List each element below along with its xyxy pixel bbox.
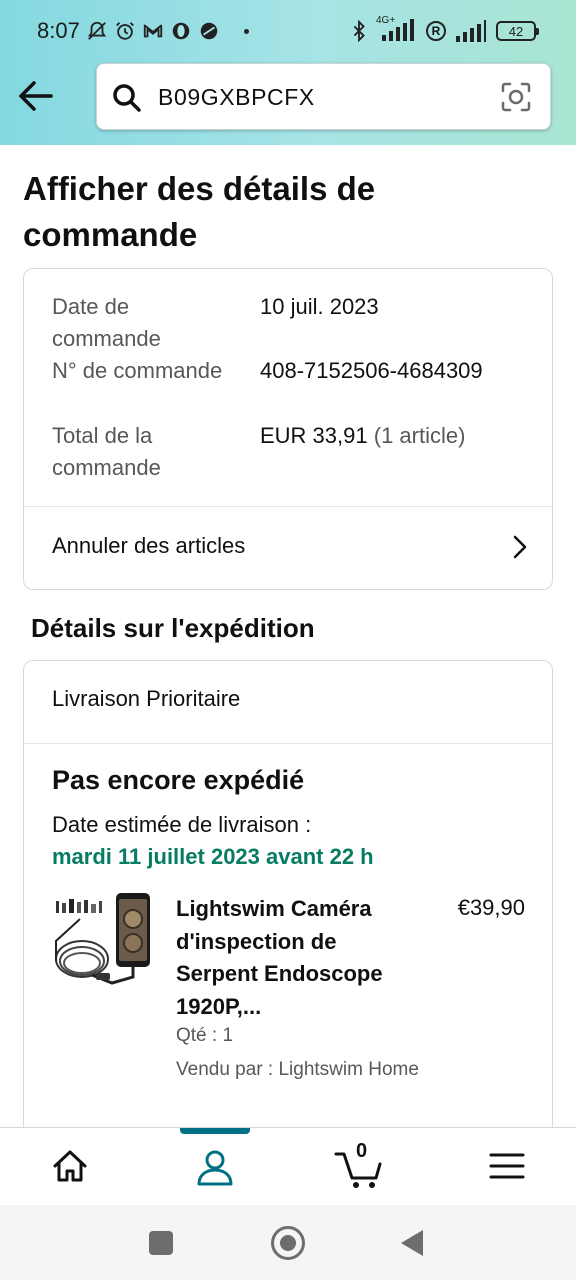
search-input[interactable]: B09GXBPCFX: [96, 63, 551, 130]
back-nav-button[interactable]: [401, 1230, 423, 1256]
delivery-estimate-label: Date estimée de livraison :: [52, 812, 312, 837]
shipment-status: Pas encore expédié: [52, 765, 305, 795]
bell-off-icon: [87, 21, 107, 40]
order-date-label: Date de commande: [52, 294, 161, 351]
more-notifications-dot: [244, 28, 249, 34]
tab-menu[interactable]: [487, 1146, 531, 1190]
product-price: €39,90: [457, 895, 525, 920]
product-title-link[interactable]: Lightswim Caméra d'inspection de Serpent…: [176, 893, 416, 1023]
account-icon: [197, 1150, 233, 1186]
order-total-label: Total de la commande: [52, 423, 161, 480]
tab-cart[interactable]: 0: [334, 1140, 386, 1190]
tab-home[interactable]: [50, 1146, 94, 1190]
back-button[interactable]: [17, 78, 55, 114]
app-icon: [200, 22, 218, 40]
status-notification-icons: [86, 16, 249, 46]
search-icon: [113, 84, 141, 112]
app-header: 8:07 4G+ R 42 B09GXBPCFX: [0, 0, 576, 145]
tab-account[interactable]: [193, 1146, 237, 1190]
alarm-icon: [116, 22, 134, 40]
product-quantity: Qté : 1: [176, 1025, 234, 1046]
recent-apps-button[interactable]: [149, 1231, 173, 1255]
endoscope-image-icon: [55, 893, 150, 985]
menu-icon: [489, 1153, 525, 1179]
order-total-value: EUR 33,91 (1 article): [260, 420, 465, 452]
order-number-value: 408-7152506-4684309: [260, 358, 483, 383]
signal-icon: [456, 20, 486, 42]
page-title: Afficher des détails de commande: [23, 170, 376, 253]
camera-search-icon[interactable]: [500, 81, 532, 113]
order-date-value: 10 juil. 2023: [260, 294, 379, 319]
order-total-count: (1 article): [373, 423, 466, 448]
status-system-icons: 4G+ R 42: [352, 15, 539, 46]
cart-count: 0: [356, 1140, 368, 1162]
status-bar: 8:07 4G+ R 42: [0, 0, 576, 62]
cancel-items-label: Annuler des articles: [52, 533, 246, 558]
opera-icon: [172, 22, 190, 40]
network-label: 4G+: [376, 15, 396, 26]
shipment-card: Livraison Prioritaire Pas encore expédié…: [23, 660, 553, 1160]
bottom-tab-bar: 0: [0, 1127, 576, 1205]
system-navigation-bar: [0, 1205, 576, 1280]
gmail-icon: [143, 24, 163, 38]
order-number-label: N° de commande: [52, 358, 223, 383]
active-tab-indicator: [180, 1128, 250, 1134]
chevron-right-icon: [513, 535, 527, 559]
shipping-method: Livraison Prioritaire: [52, 686, 241, 711]
home-icon: [53, 1150, 87, 1182]
signal-4g-icon: 4G+: [376, 15, 416, 43]
roaming-icon: R: [426, 21, 446, 41]
bluetooth-icon: [353, 20, 365, 42]
shipment-section-title: Détails sur l'expédition: [31, 613, 315, 643]
arrow-left-icon: [19, 81, 53, 111]
battery-icon: 42: [496, 21, 539, 41]
home-button[interactable]: [271, 1226, 305, 1260]
product-seller: Vendu par : Lightswim Home: [176, 1059, 419, 1080]
product-image[interactable]: [52, 891, 154, 997]
status-time: 8:07: [37, 18, 80, 43]
cancel-items-button[interactable]: Annuler des articles: [24, 507, 552, 590]
order-summary-card: Date de commande 10 juil. 2023 N° de com…: [23, 268, 553, 590]
order-total-amount: EUR 33,91: [260, 423, 368, 448]
search-query: B09GXBPCFX: [158, 84, 315, 110]
divider: [24, 743, 552, 744]
delivery-estimate-date: mardi 11 juillet 2023 avant 22 h: [52, 844, 374, 869]
